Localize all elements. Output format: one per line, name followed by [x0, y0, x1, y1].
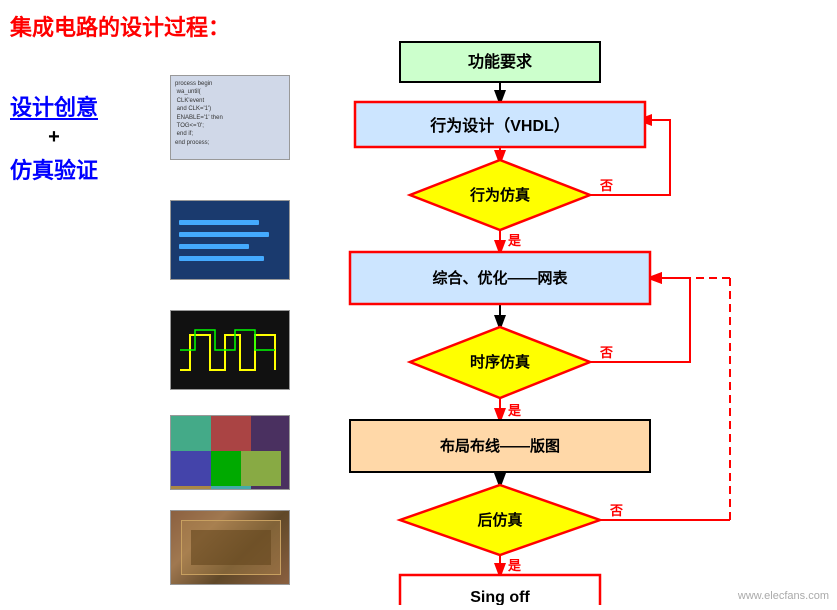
waveform-svg	[175, 315, 285, 385]
thumb-chip-image	[170, 510, 290, 585]
svg-text:功能要求: 功能要求	[468, 52, 533, 71]
design-label: 设计创意	[10, 90, 98, 122]
svg-text:Sing off: Sing off	[470, 589, 530, 605]
left-labels: 设计创意 + 仿真验证	[10, 90, 98, 185]
svg-text:后仿真: 后仿真	[477, 511, 522, 529]
svg-text:行为仿真: 行为仿真	[469, 186, 530, 204]
svg-text:是: 是	[507, 558, 522, 573]
svg-text:时序仿真: 时序仿真	[470, 353, 530, 371]
svg-text:否: 否	[599, 178, 613, 193]
svg-text:综合、优化——网表: 综合、优化——网表	[432, 269, 568, 287]
sch-line-3	[179, 244, 249, 249]
sch-line-4	[179, 256, 264, 261]
thumb-schematic-image	[170, 200, 290, 280]
svg-text:是: 是	[507, 233, 522, 248]
svg-text:否: 否	[609, 503, 623, 518]
svg-text:行为设计（VHDL）: 行为设计（VHDL）	[429, 116, 570, 135]
svg-text:布局布线——版图: 布局布线——版图	[440, 437, 560, 455]
sch-line-1	[179, 220, 259, 225]
thumb-layout-image	[170, 415, 290, 490]
svg-text:是: 是	[507, 403, 522, 418]
sim-label: 仿真验证	[10, 153, 98, 185]
sch-line-2	[179, 232, 269, 237]
thumb-waveform-image	[170, 310, 290, 390]
thumb-code-image: process begin wa_until( CLK'event and CL…	[170, 75, 290, 160]
code-text: process begin wa_until( CLK'event and CL…	[171, 76, 289, 151]
flowchart-svg: 功能要求 行为设计（VHDL） 行为仿真 是 否 综合、优化——网表 时序仿真 …	[300, 30, 820, 605]
watermark: www.elecfans.com	[738, 590, 829, 602]
page-title: 集成电路的设计过程：	[10, 10, 230, 42]
title-text: 集成电路的设计过程：	[10, 15, 230, 40]
svg-text:否: 否	[599, 345, 613, 360]
plus-sign: +	[48, 126, 60, 149]
